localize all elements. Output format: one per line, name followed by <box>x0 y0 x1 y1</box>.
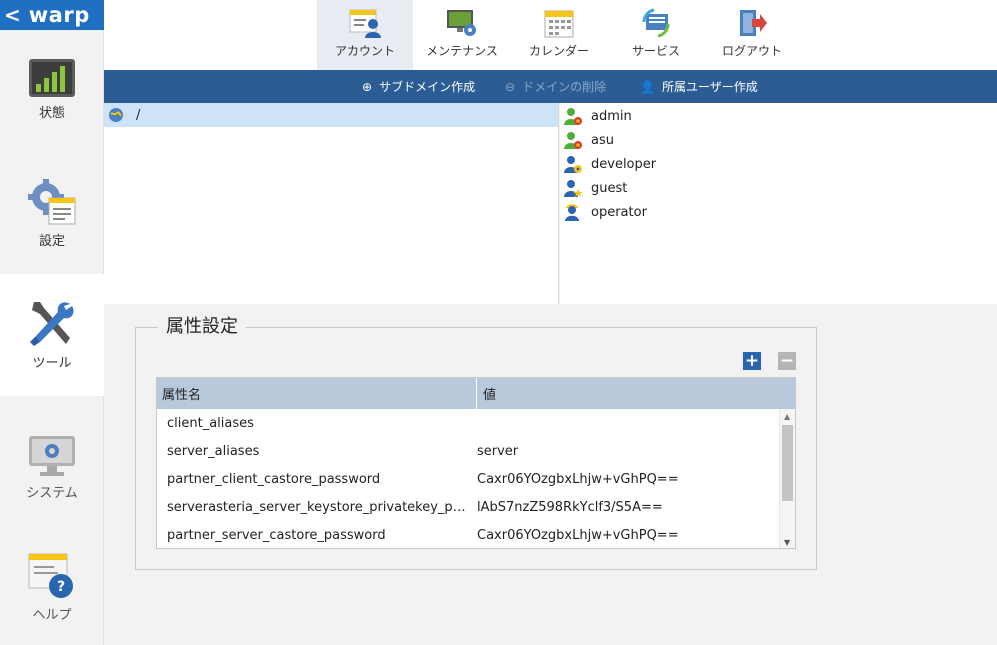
settings-gear-icon <box>28 179 76 225</box>
attribute-table-body: client_aliases server_aliases server par… <box>157 409 780 548</box>
attribute-value-cell: Caxr06YOzgbxLhjw+vGhPQ== <box>477 471 679 487</box>
sidebar-item-tools[interactable]: ツール <box>0 274 104 396</box>
guest-user-icon <box>564 180 583 197</box>
create-member-user-button[interactable]: 👤 所属ユーザー作成 <box>640 70 758 103</box>
table-row[interactable]: server_aliases server <box>157 437 780 465</box>
sidebar-item-label: ツール <box>32 356 72 371</box>
attribute-name-cell: partner_client_castore_password <box>167 471 381 487</box>
service-icon <box>642 8 670 38</box>
attribute-table: 属性名 値 client_aliases server_aliases serv… <box>156 377 796 549</box>
developer-user-icon <box>564 156 582 173</box>
attribute-table-header: 属性名 値 <box>157 378 795 409</box>
help-icon: ? <box>28 553 73 598</box>
attribute-settings-title: 属性設定 <box>158 317 246 337</box>
sidebar-item-status[interactable]: 状態 <box>0 58 104 138</box>
status-chart-icon <box>29 59 75 97</box>
create-subdomain-button[interactable]: ⊕ サブドメイン作成 <box>362 70 475 103</box>
domain-globe-icon <box>109 108 123 122</box>
table-row[interactable]: client_aliases <box>157 409 780 437</box>
user-name: developer <box>591 156 657 172</box>
sidebar-item-label: ヘルプ <box>32 608 72 623</box>
attribute-value-cell: Caxr06YOzgbxLhjw+vGhPQ== <box>477 527 679 543</box>
toolbar-label: ログアウト <box>721 44 782 58</box>
back-chevron-icon[interactable]: < <box>4 5 21 25</box>
scroll-up-icon[interactable]: ▲ <box>784 412 790 421</box>
column-header-name[interactable]: 属性名 <box>157 378 477 409</box>
user-list-item[interactable]: operator <box>560 200 997 224</box>
user-list-item[interactable]: asu <box>560 128 997 152</box>
sidebar-item-help[interactable]: ? ヘルプ <box>0 552 104 632</box>
toolbar-account-button[interactable]: アカウント <box>317 0 413 70</box>
remove-attribute-button[interactable]: − <box>778 352 796 370</box>
toolbar-label: メンテナンス <box>426 44 498 58</box>
sidebar-item-settings[interactable]: 設定 <box>0 178 104 258</box>
toolbar-label: カレンダー <box>528 44 589 58</box>
attribute-value-cell: lAbS7nzZ598RkYclf3/S5A== <box>477 499 663 515</box>
table-row[interactable]: partner_client_castore_password Caxr06YO… <box>157 465 780 493</box>
delete-domain-label: ドメインの削除 <box>522 80 607 94</box>
table-scrollbar[interactable]: ▲ ▼ <box>779 409 795 548</box>
user-name: guest <box>591 180 628 196</box>
toolbar-logout-button[interactable]: ログアウト <box>704 0 800 70</box>
brand-bar[interactable]: < warp <box>0 0 104 30</box>
attribute-name-cell: client_aliases <box>167 415 254 431</box>
toolbar-service-button[interactable]: サービス <box>608 0 704 70</box>
scroll-down-icon[interactable]: ▼ <box>784 538 790 547</box>
domain-tree: / <box>104 103 559 304</box>
tree-node-label: / <box>136 107 141 123</box>
admin-user-icon <box>564 108 582 125</box>
sidebar: < warp 状態 設定 ツール システム ? ヘルプ <box>0 0 104 645</box>
sidebar-item-label: 状態 <box>38 106 65 121</box>
user-name: asu <box>591 132 614 148</box>
maintenance-icon <box>447 10 476 36</box>
delete-domain-button[interactable]: ⊖ ドメインの削除 <box>505 70 606 103</box>
logout-icon <box>740 10 767 36</box>
sidebar-item-system[interactable]: システム <box>0 434 104 514</box>
sidebar-item-label: 設定 <box>38 234 65 249</box>
attribute-value-cell: server <box>477 443 519 459</box>
table-row[interactable]: partner_server_castore_password Caxr06YO… <box>157 521 780 548</box>
svg-text:?: ? <box>57 579 65 595</box>
attribute-name-cell: serverasteria_server_keystore_privatekey… <box>167 499 477 515</box>
user-name: operator <box>591 204 647 220</box>
calendar-icon <box>544 10 574 38</box>
attribute-settings-panel: 属性設定 + − 属性名 値 client_aliases server_ali… <box>135 317 817 570</box>
admin-user-icon <box>564 132 582 149</box>
tools-icon <box>30 302 74 346</box>
brand-logo: warp <box>28 2 90 27</box>
attribute-name-cell: server_aliases <box>167 443 260 459</box>
create-member-user-label: 所属ユーザー作成 <box>661 80 758 94</box>
toolbar-calendar-button[interactable]: カレンダー <box>511 0 607 70</box>
main-toolbar: アカウント メンテナンス カレンダー サービス ログアウト <box>104 0 997 70</box>
system-monitor-icon <box>29 436 75 476</box>
scrollbar-thumb[interactable] <box>782 425 793 501</box>
create-subdomain-label: サブドメイン作成 <box>379 80 476 94</box>
attribute-name-cell: partner_server_castore_password <box>167 527 386 543</box>
user-list-item[interactable]: admin <box>560 104 997 128</box>
account-icon <box>349 9 381 38</box>
delete-domain-icon: ⊖ <box>505 79 516 94</box>
action-bar: ⊕ サブドメイン作成 ⊖ ドメインの削除 👤 所属ユーザー作成 <box>104 70 997 103</box>
toolbar-label: サービス <box>631 44 680 58</box>
user-name: admin <box>591 108 632 124</box>
toolbar-label: アカウント <box>334 44 395 58</box>
toolbar-maintenance-button[interactable]: メンテナンス <box>414 0 510 70</box>
add-user-icon: 👤 <box>640 79 655 94</box>
add-domain-icon: ⊕ <box>362 79 373 94</box>
sidebar-item-label: システム <box>26 486 78 501</box>
operator-user-icon <box>565 204 579 221</box>
tree-node-root[interactable]: / <box>104 103 558 127</box>
table-row[interactable]: serverasteria_server_keystore_privatekey… <box>157 493 780 521</box>
column-header-value[interactable]: 値 <box>477 378 795 409</box>
user-list: admin asu developer guest operator <box>560 103 997 304</box>
user-list-item[interactable]: guest <box>560 176 997 200</box>
add-attribute-button[interactable]: + <box>743 352 761 370</box>
user-list-item[interactable]: developer <box>560 152 997 176</box>
